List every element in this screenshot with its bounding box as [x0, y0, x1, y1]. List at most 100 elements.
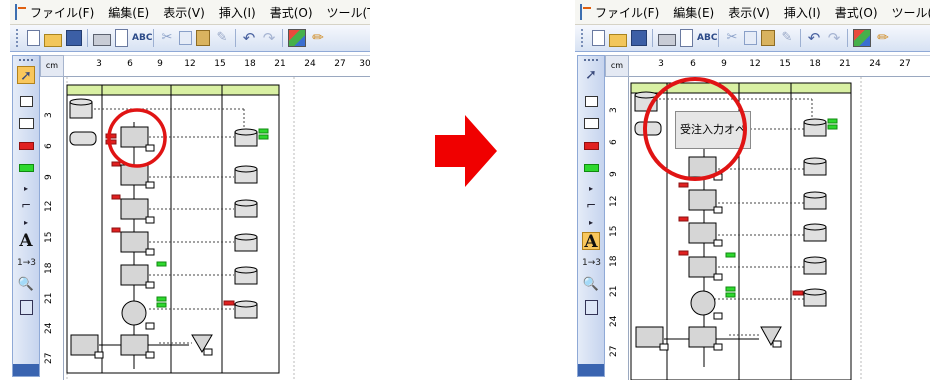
print-preview-icon[interactable]	[680, 29, 693, 47]
menu-format[interactable]: 書式(O)	[828, 4, 885, 21]
drawing-icon[interactable]	[853, 29, 871, 47]
red-tag-tool-icon[interactable]	[17, 136, 35, 154]
menu-tools[interactable]: ツール(T)	[885, 4, 930, 21]
standard-toolbar: ABC ✂ ✎ ↶ ↷ ✏	[10, 25, 370, 52]
pen-icon[interactable]: ✏	[310, 30, 326, 46]
menu-insert[interactable]: 挿入(I)	[212, 4, 263, 21]
connector-tool-icon[interactable]	[17, 92, 35, 110]
cut-icon[interactable]: ✂	[724, 30, 740, 46]
drawing-tools-toolbar: ➚ ▸ ⌐ ▸ A 1→3 🔍	[577, 55, 605, 377]
arrow-right-icon	[435, 115, 497, 187]
toolbar-separator	[282, 29, 283, 47]
pointer-tool-icon[interactable]: ➚	[582, 66, 600, 84]
ruler-tick: 9	[157, 59, 163, 69]
spellcheck-icon[interactable]: ABC	[132, 30, 152, 46]
horizontal-ruler: 3 6 9 12 15 18 21 24 27 30	[64, 55, 370, 77]
page-tool-icon[interactable]	[17, 298, 35, 316]
save-icon[interactable]	[631, 30, 647, 46]
zoom-tool-icon[interactable]: 🔍	[17, 276, 35, 294]
ruler-tick: 24	[869, 59, 881, 69]
ruler-tick: 21	[274, 59, 286, 69]
ruler-tick: 6	[44, 143, 54, 149]
ruler-unit: cm	[605, 55, 629, 77]
red-tag-tool-icon[interactable]	[582, 136, 600, 154]
rectangle-tool-icon[interactable]	[582, 114, 600, 132]
new-document-icon[interactable]	[592, 30, 605, 46]
pointer-tool-icon[interactable]: ➚	[17, 66, 35, 84]
toolbar-separator	[153, 29, 154, 47]
ruler-tick: 3	[658, 59, 664, 69]
green-tag-tool-icon[interactable]	[582, 158, 600, 176]
pen-icon[interactable]: ✏	[875, 30, 891, 46]
toolbar-separator	[87, 29, 88, 47]
dropdown-arrow-icon[interactable]: ▸	[17, 214, 35, 232]
text-tool-icon[interactable]: A	[17, 232, 35, 250]
horizontal-ruler: 3 6 9 12 15 18 21 24 27	[629, 55, 930, 77]
green-tag-tool-icon[interactable]	[17, 158, 35, 176]
menu-edit[interactable]: 編集(E)	[666, 4, 721, 21]
standard-toolbar: ABC ✂ ✎ ↶ ↷ ✏	[575, 25, 930, 52]
toolbar-corner	[13, 364, 39, 376]
print-preview-icon[interactable]	[115, 29, 128, 47]
toolbar-grip[interactable]	[16, 29, 21, 47]
menu-view[interactable]: 表示(V)	[156, 4, 212, 21]
copy-icon[interactable]	[179, 31, 192, 45]
menu-format[interactable]: 書式(O)	[263, 4, 320, 21]
undo-icon[interactable]: ↶	[241, 30, 257, 46]
toolbar-grip[interactable]	[584, 59, 598, 63]
menu-tools[interactable]: ツール(T)	[320, 4, 370, 21]
dropdown-arrow-icon[interactable]: ▸	[582, 214, 600, 232]
menu-view[interactable]: 表示(V)	[721, 4, 777, 21]
undo-icon[interactable]: ↶	[806, 30, 822, 46]
ruler-tick: 9	[44, 174, 54, 180]
open-folder-icon[interactable]	[609, 33, 627, 47]
paste-icon[interactable]	[761, 30, 775, 46]
print-icon[interactable]	[658, 34, 676, 46]
connector-tool-icon[interactable]	[582, 92, 600, 110]
page-tool-icon[interactable]	[582, 298, 600, 316]
spellcheck-icon[interactable]: ABC	[697, 30, 717, 46]
text-tool-icon[interactable]: A	[582, 232, 600, 251]
ruler-tick: 6	[609, 139, 619, 145]
menu-edit[interactable]: 編集(E)	[101, 4, 156, 21]
ruler-tick: 12	[609, 195, 619, 207]
app-icon	[580, 4, 591, 20]
open-folder-icon[interactable]	[44, 33, 62, 47]
ruler-tick: 12	[44, 200, 54, 212]
redo-icon[interactable]: ↷	[261, 30, 277, 46]
toolbar-grip[interactable]	[19, 59, 33, 63]
toolbar-separator	[800, 29, 801, 47]
after-screenshot: ファイル(F) 編集(E) 表示(V) 挿入(I) 書式(O) ツール(T) A…	[575, 0, 930, 380]
redo-icon[interactable]: ↷	[826, 30, 842, 46]
format-painter-icon[interactable]: ✎	[779, 30, 795, 46]
menu-insert[interactable]: 挿入(I)	[777, 4, 828, 21]
numbering-tool-icon[interactable]: 1→3	[17, 254, 36, 272]
drawing-icon[interactable]	[288, 29, 306, 47]
menu-file[interactable]: ファイル(F)	[23, 4, 101, 21]
numbering-tool-icon[interactable]: 1→3	[582, 254, 601, 272]
print-icon[interactable]	[93, 34, 111, 46]
drawing-tools-toolbar: ➚ ▸ ⌐ ▸ A 1→3 🔍	[12, 55, 40, 377]
ruler-tick: 15	[44, 231, 54, 243]
toolbar-grip[interactable]	[581, 29, 586, 47]
paste-icon[interactable]	[196, 30, 210, 46]
menu-bar: ファイル(F) 編集(E) 表示(V) 挿入(I) 書式(O) ツール(T)	[575, 0, 930, 25]
zoom-tool-icon[interactable]: 🔍	[582, 276, 600, 294]
cut-icon[interactable]: ✂	[159, 30, 175, 46]
highlight-circle	[643, 77, 747, 181]
ruler-tick: 27	[334, 59, 346, 69]
elbow-connector-icon[interactable]: ⌐	[17, 196, 35, 214]
elbow-connector-icon[interactable]: ⌐	[582, 196, 600, 214]
copy-icon[interactable]	[744, 31, 757, 45]
diagram-canvas[interactable]: 受注入力オペ	[629, 77, 930, 380]
new-document-icon[interactable]	[27, 30, 40, 46]
ruler-tick: 12	[184, 59, 196, 69]
diagram-canvas[interactable]	[64, 77, 370, 380]
save-icon[interactable]	[66, 30, 82, 46]
rectangle-tool-icon[interactable]	[17, 114, 35, 132]
ruler-tick: 6	[127, 59, 133, 69]
ruler-tick: 27	[609, 345, 619, 357]
ruler-tick: 6	[690, 59, 696, 69]
format-painter-icon[interactable]: ✎	[214, 30, 230, 46]
menu-file[interactable]: ファイル(F)	[588, 4, 666, 21]
